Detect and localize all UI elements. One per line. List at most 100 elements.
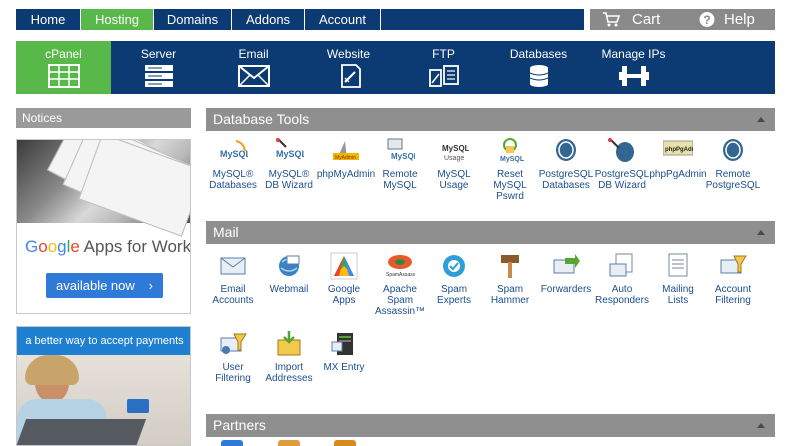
payments-ad-headline: a better way to accept payments [17, 327, 190, 355]
tool-forwarders[interactable]: Forwarders [536, 252, 596, 295]
tool-apache-spamassassin[interactable]: SpamAssassin Apache Spam Assassin™ [370, 252, 430, 317]
tool-label: Remote MySQL [382, 169, 418, 191]
tool-phpmyadmin[interactable]: MyAdmin phpMyAdmin [316, 137, 376, 180]
tool-mysql-db-wizard[interactable]: MySQL MySQL® DB Wizard [259, 137, 319, 191]
svg-text:phpPgAdmin: phpPgAdmin [665, 147, 693, 153]
category-email[interactable]: Email [206, 41, 301, 94]
tool-spam-experts[interactable]: Spam Experts [424, 252, 484, 306]
collapse-arrow-icon[interactable] [757, 230, 765, 235]
tool-mysql-databases[interactable]: MySQL MySQL® Databases [203, 137, 263, 191]
tool-label: MX Entry [323, 362, 365, 373]
paper-sheet [78, 140, 190, 237]
tool-reset-mysql-password[interactable]: MySQL Reset MySQL Pswrd [480, 137, 540, 202]
tool-google-apps[interactable]: Google Apps [314, 252, 374, 306]
help-button[interactable]: ? Help [686, 9, 775, 30]
available-now-button[interactable]: available now › [46, 273, 163, 298]
category-website[interactable]: Website [301, 41, 396, 94]
category-server[interactable]: Server [111, 41, 206, 94]
category-label: Manage IPs [601, 47, 666, 61]
ad-photo [17, 140, 190, 237]
nav-home[interactable]: Home [16, 9, 80, 30]
tool-label: PostgreSQL Databases [538, 169, 594, 191]
nav-account[interactable]: Account [305, 9, 380, 30]
tool-phppgadmin[interactable]: phpPgAdmin phpPgAdmin [648, 137, 708, 180]
google-apps-ad[interactable]: Google Apps for Work available now › [16, 139, 191, 314]
nav-hosting[interactable]: Hosting [81, 9, 153, 30]
tool-label: Google Apps [327, 284, 361, 306]
tool-label: Webmail [269, 284, 309, 295]
category-manage-ips[interactable]: Manage IPs [586, 41, 681, 94]
category-ftp[interactable]: FTP [396, 41, 491, 94]
ad-tagline: Apps for Work [79, 237, 191, 256]
mysql-usage-icon: MySQL Usage [442, 144, 469, 162]
cart-button[interactable]: Cart [590, 9, 686, 30]
svg-text:?: ? [703, 13, 710, 27]
payments-ad-photo [17, 355, 190, 445]
tool-mx-entry[interactable]: MX Entry [314, 330, 374, 373]
category-label: FTP [432, 47, 455, 61]
remote-mysql-icon: MySQL [387, 138, 415, 161]
import-addresses-icon [277, 331, 301, 356]
tool-label: phpMyAdmin [316, 169, 376, 180]
category-databases[interactable]: Databases [491, 41, 586, 94]
nav-addons[interactable]: Addons [232, 9, 304, 30]
svg-text:Usage: Usage [444, 155, 464, 162]
postgresql-databases-icon [556, 139, 576, 161]
tool-user-filtering[interactable]: User Filtering [203, 330, 263, 384]
category-label: Email [238, 47, 269, 61]
tool-label: Remote PostgreSQL [705, 169, 761, 191]
tool-postgresql-databases[interactable]: PostgreSQL Databases [536, 137, 596, 191]
partner-icon[interactable] [221, 440, 243, 446]
tool-label: Spam Experts [437, 284, 471, 306]
person-hair [25, 355, 79, 385]
svg-text:SpamAssassin: SpamAssassin [386, 272, 415, 278]
tool-label: User Filtering [215, 362, 251, 384]
tool-webmail[interactable]: Webmail [259, 252, 319, 295]
collapse-arrow-icon[interactable] [757, 423, 765, 428]
category-label: Databases [509, 47, 568, 61]
category-label: cPanel [45, 47, 82, 61]
tool-email-accounts[interactable]: Email Accounts [203, 252, 263, 306]
google-apps-icon [330, 252, 358, 280]
tool-label: MySQL Usage [437, 169, 471, 191]
tool-spam-hammer[interactable]: Spam Hammer [480, 252, 540, 306]
tool-remote-postgresql[interactable]: Remote PostgreSQL [703, 137, 763, 191]
webmail-icon [279, 255, 300, 276]
category-cpanel[interactable]: cPanel [16, 41, 111, 94]
auto-responders-icon [609, 253, 633, 277]
payments-ad[interactable]: a better way to accept payments [16, 326, 191, 446]
available-now-label: available now [56, 278, 135, 293]
credit-card [127, 399, 149, 413]
top-navigation: Home Hosting Domains Addons Account Cart… [0, 0, 800, 30]
section-title: Partners [213, 417, 266, 433]
tool-label: Reset MySQL Pswrd [493, 169, 527, 202]
nav-domains[interactable]: Domains [154, 9, 231, 30]
reset-mysql-password-icon: MySQL [500, 138, 525, 163]
svg-text:MySQL: MySQL [442, 144, 469, 153]
spam-hammer-icon [501, 255, 519, 278]
tool-remote-mysql[interactable]: MySQL Remote MySQL [370, 137, 430, 191]
collapse-arrow-icon[interactable] [757, 117, 765, 122]
tool-label: Auto Responders [595, 284, 649, 306]
database-icon [529, 65, 548, 87]
mx-entry-icon [331, 333, 353, 355]
partner-icon[interactable] [334, 440, 356, 446]
partners-header[interactable]: Partners [206, 414, 775, 437]
database-tools-header[interactable]: Database Tools [206, 108, 775, 131]
remote-postgresql-icon [723, 139, 743, 161]
mail-header[interactable]: Mail [206, 221, 775, 244]
partner-icon[interactable] [278, 440, 300, 446]
cpanel-grid-icon [47, 64, 80, 88]
tool-account-filtering[interactable]: Account Filtering [703, 252, 763, 306]
tool-label: phpPgAdmin [649, 169, 707, 180]
svg-text:MyAdmin: MyAdmin [335, 155, 356, 161]
forwarders-icon [553, 254, 580, 274]
tool-auto-responders[interactable]: Auto Responders [592, 252, 652, 306]
server-rack-icon [144, 65, 173, 87]
tool-mailing-lists[interactable]: Mailing Lists [648, 252, 708, 306]
spam-experts-icon [443, 255, 465, 277]
tool-postgresql-db-wizard[interactable]: PostgreSQL DB Wizard [592, 137, 652, 191]
tool-label: Email Accounts [212, 284, 254, 306]
tool-mysql-usage[interactable]: MySQL Usage MySQL Usage [424, 137, 484, 191]
tool-import-addresses[interactable]: Import Addresses [259, 330, 319, 384]
